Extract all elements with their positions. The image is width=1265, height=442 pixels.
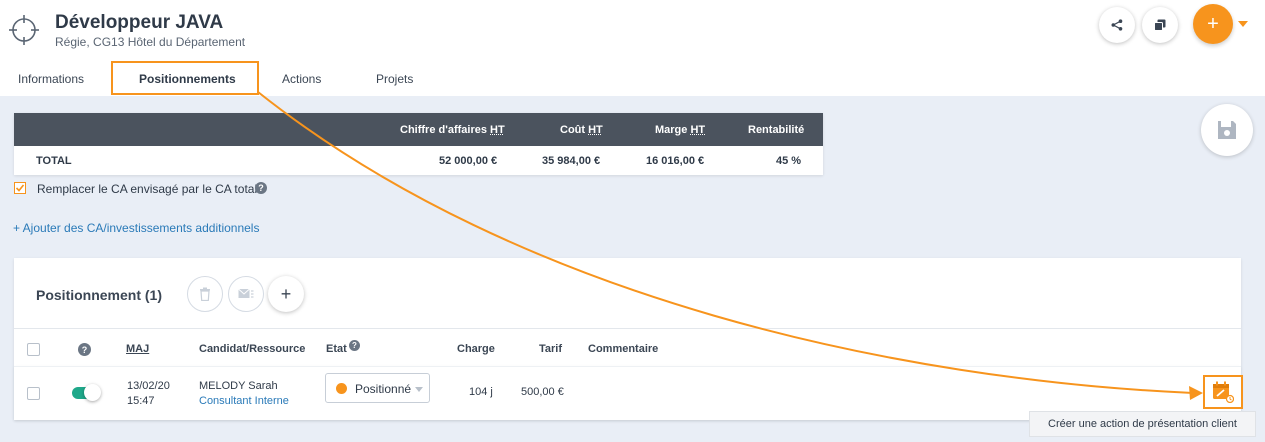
etat-help-icon[interactable]: ? (349, 340, 360, 351)
panel-title: Positionnement (1) (36, 287, 163, 303)
summary-row-label: TOTAL (36, 155, 72, 167)
create-client-action-button[interactable] (1203, 375, 1243, 409)
crosshair-icon (9, 15, 39, 45)
tab-actions[interactable]: Actions (282, 72, 321, 86)
add-button[interactable]: + (1193, 4, 1233, 44)
row-candidate-role: Consultant Interne (199, 395, 289, 407)
tab-highlight-box (111, 61, 259, 95)
calendar-edit-icon (1213, 381, 1234, 403)
help-icon[interactable]: ? (255, 182, 267, 194)
status-select[interactable]: Positionné (325, 373, 430, 403)
page-header: Développeur JAVA Régie, CG13 Hôtel du Dé… (0, 0, 1265, 96)
row-charge: 104 j (469, 386, 493, 398)
panel-divider (14, 328, 1241, 329)
header-marge: Marge HT (655, 124, 706, 136)
duplicate-button[interactable] (1142, 7, 1178, 43)
value-marge: 16 016,00 € (646, 155, 705, 167)
tooltip: Créer une action de présentation client (1029, 411, 1256, 437)
financial-summary-table: Chiffre d'affaires HT Coût HT Marge HT R… (14, 113, 823, 175)
value-chiffre-affaires: 52 000,00 € (439, 155, 498, 167)
trash-icon (200, 287, 210, 301)
page-title: Développeur JAVA (55, 12, 224, 33)
floppy-disk-icon (1218, 121, 1236, 139)
column-charge: Charge (457, 343, 495, 355)
row-tarif: 500,00 € (521, 386, 564, 398)
mail-icon (238, 288, 254, 298)
value-cout: 35 984,00 € (542, 155, 601, 167)
replace-ca-label: Remplacer le CA envisagé par le CA total (37, 182, 258, 196)
page-subtitle: Régie, CG13 Hôtel du Département (55, 35, 246, 49)
row-time: 15:47 (127, 395, 155, 407)
header-rentabilite: Rentabilité (748, 124, 805, 136)
add-additional-ca-link[interactable]: + Ajouter des CA/investissements additio… (13, 221, 259, 235)
delete-button[interactable] (187, 276, 223, 312)
header-chiffre-affaires: Chiffre d'affaires HT (400, 124, 505, 136)
value-rentabilite: 45 % (776, 155, 802, 167)
share-icon (1111, 19, 1123, 31)
positionnement-panel: Positionnement (1) + ? MAJ Candidat/Ress… (14, 258, 1241, 420)
summary-header-row: Chiffre d'affaires HT Coût HT Marge HT R… (14, 113, 823, 146)
select-all-checkbox[interactable] (27, 343, 40, 356)
save-button[interactable] (1201, 104, 1253, 156)
replace-ca-checkbox[interactable] (14, 182, 26, 194)
header-cout: Coût HT (560, 124, 603, 136)
column-candidat: Candidat/Ressource (199, 343, 306, 355)
add-positionnement-button[interactable]: + (268, 276, 304, 312)
column-commentaire: Commentaire (588, 343, 659, 355)
row-checkbox[interactable] (27, 387, 40, 400)
tab-informations[interactable]: Informations (18, 72, 84, 86)
send-email-button[interactable] (228, 276, 264, 312)
row-candidate-name[interactable]: MELODY Sarah (199, 380, 278, 392)
copy-icon (1154, 19, 1166, 31)
column-etat: Etat (326, 343, 347, 355)
status-dot (336, 383, 347, 394)
tab-projets[interactable]: Projets (376, 72, 413, 86)
status-value: Positionné (355, 382, 412, 396)
column-tarif: Tarif (539, 343, 563, 355)
column-maj[interactable]: MAJ (126, 343, 149, 355)
column-help-icon[interactable]: ? (78, 343, 91, 356)
chevron-down-icon[interactable] (1238, 21, 1248, 27)
share-button[interactable] (1099, 7, 1135, 43)
chevron-down-icon (415, 387, 423, 392)
row-toggle-knob[interactable] (84, 384, 101, 401)
row-date: 13/02/20 (127, 380, 170, 392)
